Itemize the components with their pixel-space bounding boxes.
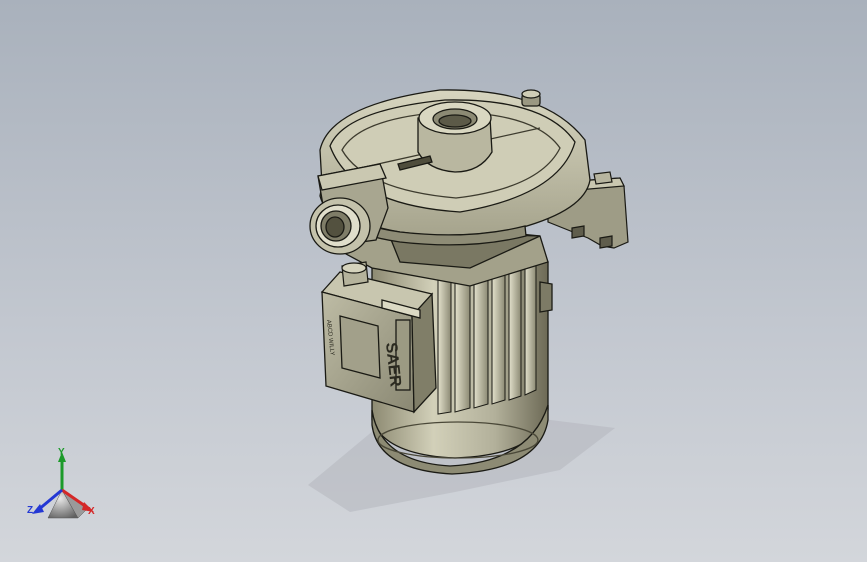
z-axis-label: Z (27, 505, 34, 516)
graphics-viewport[interactable]: SAER ABCD WILLY Y Z X (0, 0, 867, 562)
coordinate-triad: Y Z X (24, 446, 108, 526)
outlet-pipe (309, 163, 389, 255)
triad-graphic (32, 452, 94, 519)
y-axis-label: Y (58, 447, 65, 458)
pump-motor-model[interactable]: SAER ABCD WILLY (0, 0, 867, 562)
terminal-box (320, 271, 437, 414)
x-axis-label: X (88, 506, 95, 517)
cable-gland (341, 261, 369, 287)
